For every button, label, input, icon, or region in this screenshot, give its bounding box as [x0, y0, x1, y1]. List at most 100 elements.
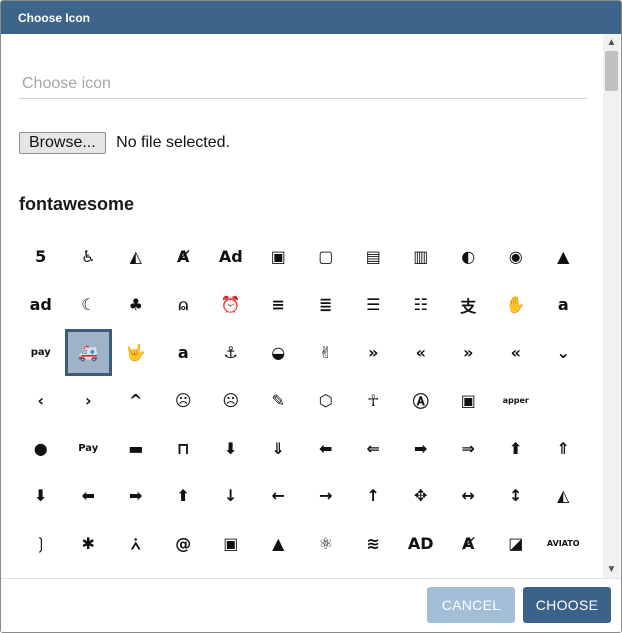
icon-option[interactable]: ☾: [65, 281, 113, 329]
icon-option[interactable]: 🤟: [112, 329, 160, 377]
icon-option[interactable]: ☹: [207, 376, 255, 424]
icon-option[interactable]: ✎: [255, 376, 303, 424]
icon-option[interactable]: ⬇: [17, 472, 65, 520]
icon-option[interactable]: ^: [112, 376, 160, 424]
icon-option[interactable]: ✌: [302, 329, 350, 377]
icon-option[interactable]: ⇐: [350, 424, 398, 472]
arrow-alt-circle-left-outline-icon: ⇐: [366, 438, 380, 458]
icon-option[interactable]: ↓: [207, 472, 255, 520]
icon-option[interactable]: ≡: [255, 281, 303, 329]
icon-option[interactable]: ◉: [492, 233, 540, 281]
icon-option[interactable]: ▣: [255, 233, 303, 281]
icon-option[interactable]: ▲: [255, 520, 303, 568]
icon-option[interactable]: ☥: [350, 376, 398, 424]
icon-option[interactable]: ↑: [350, 472, 398, 520]
scroll-up-arrow-icon[interactable]: ▲: [603, 34, 620, 51]
icon-option[interactable]: ⬅: [65, 472, 113, 520]
icon-option[interactable]: ⬅: [302, 424, 350, 472]
icon-option[interactable]: ⬆: [492, 424, 540, 472]
icon-option[interactable]: ⌄: [540, 329, 588, 377]
icon-option[interactable]: ✱: [65, 520, 113, 568]
icon-option[interactable]: a: [540, 281, 588, 329]
icon-option[interactable]: ♣: [112, 281, 160, 329]
angle-double-up-icon: «: [510, 342, 521, 362]
icon-option[interactable]: AVIATO: [540, 520, 588, 568]
adobe-icon: ▲: [557, 247, 570, 267]
icon-option[interactable]: ←: [255, 472, 303, 520]
icon-option[interactable]: ◪: [492, 520, 540, 568]
icon-option[interactable]: ☷: [397, 281, 445, 329]
icon-option[interactable]: ⚓: [207, 329, 255, 377]
icon-option[interactable]: ▣: [207, 520, 255, 568]
icon-option[interactable]: AD: [397, 520, 445, 568]
icon-option[interactable]: ☹: [160, 376, 208, 424]
icon-option[interactable]: pay: [17, 329, 65, 377]
atlassian-icon: ▲: [272, 534, 285, 554]
icon-option[interactable]: ⚛: [302, 520, 350, 568]
browse-button[interactable]: Browse...: [19, 132, 106, 154]
icon-option[interactable]: ⇒: [445, 424, 493, 472]
archive-icon: ▬: [128, 438, 144, 458]
icon-option[interactable]: ➡: [112, 472, 160, 520]
icon-option[interactable]: @: [160, 520, 208, 568]
icon-option[interactable]: ⩑: [112, 520, 160, 568]
icon-option[interactable]: ▲: [540, 233, 588, 281]
icon-option[interactable]: ▢: [302, 233, 350, 281]
icon-option[interactable]: ✥: [397, 472, 445, 520]
icon-option[interactable]: ✋: [492, 281, 540, 329]
icon-option[interactable]: 🚑: [64, 328, 112, 377]
icon-option[interactable]: ▬: [112, 424, 160, 472]
icon-option[interactable]: «: [492, 329, 540, 377]
icon-option[interactable]: ⏰: [207, 281, 255, 329]
icon-option[interactable]: ⊓: [160, 424, 208, 472]
icon-option[interactable]: ▥: [397, 233, 445, 281]
icon-option[interactable]: ♿: [65, 233, 113, 281]
icon-option[interactable]: ⬆: [160, 472, 208, 520]
icon-option[interactable]: »: [445, 329, 493, 377]
icon-option[interactable]: ⬡: [302, 376, 350, 424]
icon-option[interactable]: ≣: [302, 281, 350, 329]
icon-option[interactable]: ≋: [350, 520, 398, 568]
icon-option[interactable]: ⇓: [255, 424, 303, 472]
icon-option[interactable]: ‹: [17, 376, 65, 424]
icon-option[interactable]: ➡: [397, 424, 445, 472]
icon-option[interactable]: ↕: [492, 472, 540, 520]
icon-option[interactable]: ◭: [112, 233, 160, 281]
icon-option[interactable]: →: [302, 472, 350, 520]
icon-option[interactable]: »: [350, 329, 398, 377]
icon-option[interactable]: ▤: [350, 233, 398, 281]
icon-option[interactable]: ⍝: [160, 281, 208, 329]
icon-option[interactable]: apper: [492, 376, 540, 424]
align-center-icon: ≡: [271, 295, 285, 315]
icon-option[interactable]: Ⓐ: [397, 376, 445, 424]
icon-option[interactable]: 5: [17, 233, 65, 281]
icon-option[interactable]: ◐: [445, 233, 493, 281]
icon-option[interactable]: 支: [445, 281, 493, 329]
icon-option[interactable]: ●: [17, 424, 65, 472]
icon-option[interactable]: ⇑: [540, 424, 588, 472]
scroll-down-arrow-icon[interactable]: ▼: [603, 561, 620, 578]
icon-option[interactable]: ad: [17, 281, 65, 329]
scrollbar-thumb[interactable]: [605, 51, 618, 91]
icon-option[interactable]: ☰: [350, 281, 398, 329]
icon-option[interactable]: [540, 376, 588, 424]
icon-option[interactable]: Ad: [207, 233, 255, 281]
icon-option[interactable]: ›: [65, 376, 113, 424]
icon-option[interactable]: «: [397, 329, 445, 377]
icon-search-input[interactable]: [19, 72, 593, 96]
icon-option[interactable]: ⬇: [207, 424, 255, 472]
icon-option[interactable]: ◒: [255, 329, 303, 377]
icon-option[interactable]: ↔: [445, 472, 493, 520]
icon-option[interactable]: Ⱥ: [160, 233, 208, 281]
icon-option[interactable]: ◭: [540, 472, 588, 520]
icon-option[interactable]: Pay: [65, 424, 113, 472]
content-scrollbar[interactable]: ▲ ▼: [603, 34, 620, 578]
audible-icon: ≋: [366, 534, 380, 554]
icon-option[interactable]: ▣: [445, 376, 493, 424]
angry-outline-icon: ☹: [222, 390, 240, 410]
icon-option[interactable]: Ⱥ: [445, 520, 493, 568]
icon-option[interactable]: a: [160, 329, 208, 377]
icon-option[interactable]: ❳: [17, 520, 65, 568]
choose-button[interactable]: CHOOSE: [523, 587, 611, 623]
cancel-button[interactable]: CANCEL: [427, 587, 515, 623]
